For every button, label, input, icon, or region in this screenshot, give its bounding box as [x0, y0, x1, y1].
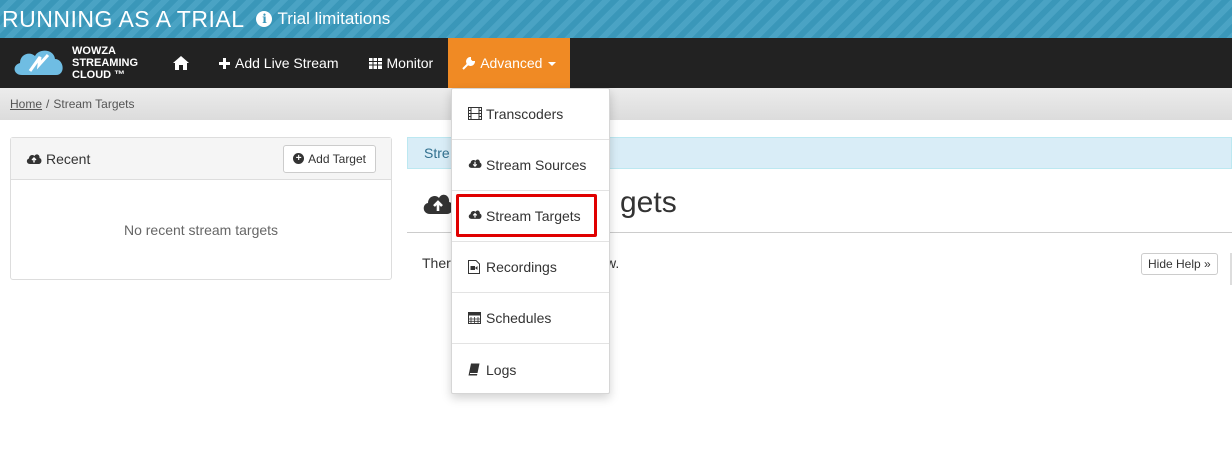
breadcrumb-home-link[interactable]: Home: [10, 97, 42, 111]
calendar-icon: [468, 311, 482, 325]
nav-advanced-dropdown[interactable]: Advanced: [448, 38, 571, 88]
plus-circle-icon: +: [293, 153, 305, 164]
breadcrumb-separator: /: [46, 97, 50, 111]
film-icon: [468, 107, 482, 121]
hide-help-button[interactable]: Hide Help »: [1141, 253, 1218, 275]
nav-home[interactable]: [160, 38, 204, 88]
breadcrumb: Home / Stream Targets: [0, 88, 1232, 120]
menu-item-schedules[interactable]: Schedules: [452, 293, 609, 344]
add-target-button[interactable]: + Add Target: [283, 144, 376, 173]
recent-panel-title-text: Recent: [46, 150, 91, 167]
brand-text: WOWZA STREAMING CLOUD ™: [72, 45, 138, 81]
brand-line-3: CLOUD ™: [72, 69, 126, 81]
trial-banner: RUNNING AS A TRIAL i Trial limitations: [0, 0, 1232, 38]
menu-item-logs[interactable]: Logs: [452, 344, 609, 395]
add-target-label: Add Target: [308, 151, 366, 166]
brand-line-2: STREAMING: [72, 57, 138, 69]
menu-item-transcoders[interactable]: Transcoders: [452, 89, 609, 140]
home-icon: [173, 56, 189, 70]
breadcrumb-current: Stream Targets: [53, 97, 135, 111]
caret-down-icon: [548, 62, 557, 66]
brand-line-1: WOWZA: [72, 45, 116, 57]
brand-logo-link[interactable]: WOWZA STREAMING CLOUD ™: [0, 38, 160, 88]
nav-monitor-label: Monitor: [386, 55, 434, 71]
info-alert-text: Stre: [424, 145, 450, 161]
nav-add-live-stream-label: Add Live Stream: [235, 55, 339, 71]
stream-targets-highlight: [456, 194, 597, 237]
wowza-cloud-logo-icon: [14, 50, 63, 75]
recent-panel-header: Recent + Add Target: [11, 138, 391, 180]
table-icon: [368, 57, 382, 69]
targets-empty-prefix: Ther: [422, 255, 451, 271]
menu-item-label: Schedules: [486, 310, 552, 326]
trial-limitations-label: Trial limitations: [277, 9, 391, 28]
cloud-download-icon: [468, 158, 482, 172]
menu-item-label: Transcoders: [486, 106, 564, 122]
advanced-dropdown-menu: Transcoders Stream Sources Stream Target…: [451, 88, 610, 394]
wrench-icon: [462, 56, 476, 70]
nav-monitor[interactable]: Monitor: [354, 38, 449, 88]
menu-item-stream-sources[interactable]: Stream Sources: [452, 140, 609, 191]
menu-item-label: Recordings: [486, 259, 557, 275]
book-icon: [468, 363, 482, 377]
menu-item-recordings[interactable]: Recordings: [452, 242, 609, 293]
menu-item-label: Stream Sources: [486, 157, 587, 173]
recent-panel-body: No recent stream targets: [11, 180, 391, 280]
trial-limitations-link[interactable]: i Trial limitations: [256, 9, 390, 29]
video-file-icon: [468, 260, 482, 274]
plus-icon: [219, 57, 230, 69]
trial-title: RUNNING AS A TRIAL: [2, 5, 245, 32]
recent-panel-title: Recent: [26, 151, 90, 167]
nav-add-live-stream[interactable]: Add Live Stream: [204, 38, 354, 88]
nav-advanced-label: Advanced: [480, 55, 543, 71]
main-navbar: WOWZA STREAMING CLOUD ™ Add Live Stream …: [0, 38, 1232, 88]
info-icon: i: [256, 11, 273, 27]
page-title-text: gets: [620, 186, 677, 219]
recent-empty-text: No recent stream targets: [123, 222, 279, 238]
menu-item-label: Logs: [486, 361, 517, 378]
cloud-upload-icon: [26, 153, 42, 164]
recent-targets-panel: Recent + Add Target No recent stream tar…: [10, 137, 392, 280]
